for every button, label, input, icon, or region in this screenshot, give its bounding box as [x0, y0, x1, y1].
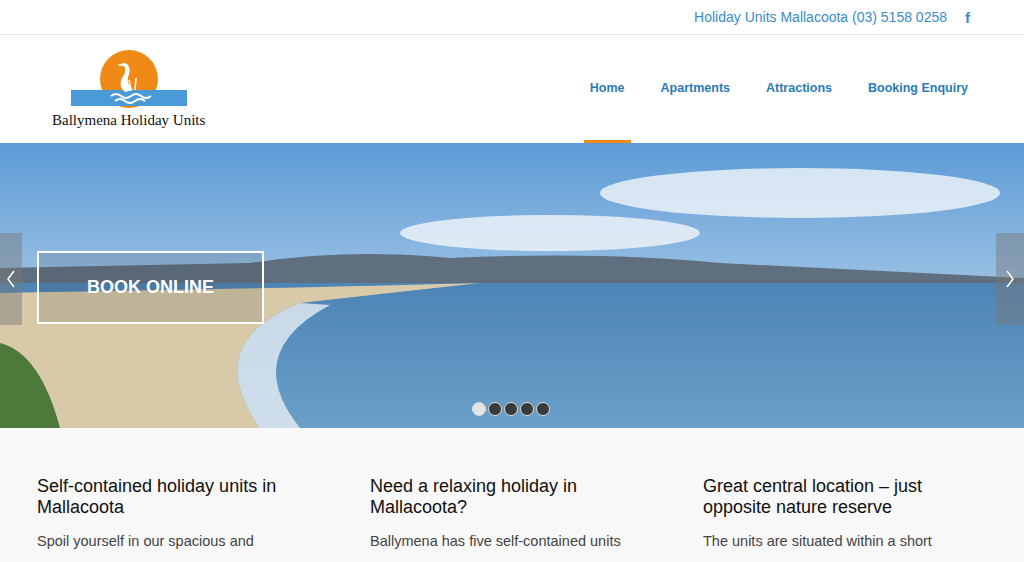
feature-column: Self-contained holiday units in Mallacoo…	[37, 476, 327, 562]
header: Ballymena Holiday Units Home Apartments At…	[0, 35, 1024, 143]
heron-sun-icon	[71, 50, 187, 108]
nav-item[interactable]: Booking Enquiry	[862, 35, 974, 143]
feature-text: Ballymena has five self-contained units	[370, 530, 660, 552]
book-online-button[interactable]: BOOK ONLINE	[37, 251, 264, 324]
nav-item[interactable]: Apartments	[655, 35, 736, 143]
main-nav: Home Apartments Attractions Booking Enquiry	[584, 35, 974, 143]
feature-column: Great central location – just opposite n…	[703, 476, 993, 562]
next-arrow-icon[interactable]	[996, 233, 1024, 325]
slide-dot[interactable]	[520, 402, 534, 416]
logo-text: Ballymena Holiday Units	[52, 112, 205, 129]
feature-column: Need a relaxing holiday in Mallacoota? B…	[370, 476, 660, 562]
features: Self-contained holiday units in Mallacoo…	[0, 428, 1024, 562]
slide-dot[interactable]	[504, 402, 518, 416]
slide-dot[interactable]	[536, 402, 550, 416]
slide-dot[interactable]	[472, 402, 486, 416]
page: Holiday Units Mallacoota (03) 5158 0258 …	[0, 0, 1024, 562]
feature-title: Need a relaxing holiday in Mallacoota?	[370, 476, 660, 518]
top-bar: Holiday Units Mallacoota (03) 5158 0258 …	[0, 0, 1024, 35]
feature-title: Self-contained holiday units in Mallacoo…	[37, 476, 327, 518]
slide-dots	[472, 402, 550, 416]
logo[interactable]: Ballymena Holiday Units	[52, 35, 205, 143]
facebook-icon[interactable]: f	[965, 9, 970, 26]
contact-phone[interactable]: Holiday Units Mallacoota (03) 5158 0258	[694, 9, 947, 25]
slide-dot[interactable]	[488, 402, 502, 416]
feature-title: Great central location – just opposite n…	[703, 476, 993, 518]
feature-text: The units are situated within a short	[703, 530, 993, 552]
nav-item[interactable]: Home	[584, 35, 631, 143]
feature-text: Spoil yourself in our spacious and	[37, 530, 327, 552]
prev-arrow-icon[interactable]	[0, 233, 22, 325]
hero-slider: BOOK ONLINE	[0, 143, 1024, 428]
nav-item[interactable]: Attractions	[760, 35, 838, 143]
